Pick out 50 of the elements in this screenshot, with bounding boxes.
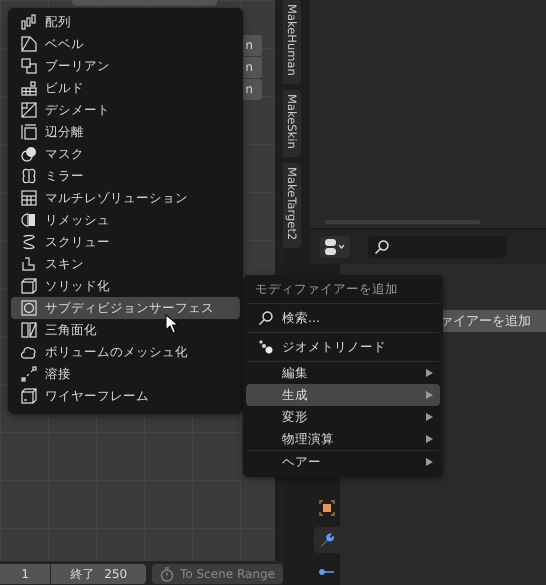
sidebar-tab[interactable]: MakeHuman — [283, 0, 301, 84]
submenu-arrow-icon — [426, 413, 433, 421]
sidebar-tab[interactable]: MakeSkin — [283, 90, 301, 157]
menu-item[interactable]: 検索... — [246, 304, 440, 332]
array-icon — [21, 14, 37, 30]
menu-item[interactable]: スクリュー — [11, 231, 240, 253]
menu-item[interactable]: ワイヤーフレーム — [11, 385, 240, 407]
search-field[interactable] — [368, 236, 506, 258]
submenu-arrow-icon — [426, 458, 433, 466]
menu-item[interactable]: スキン — [11, 253, 240, 275]
menu-title: モディファイアーを追加 — [254, 280, 399, 298]
menu-item[interactable]: ビルド — [11, 77, 240, 99]
submenu-arrow-icon — [426, 369, 433, 377]
value-field[interactable] — [72, 0, 217, 6]
end-frame-label: 終了 — [70, 566, 94, 583]
stopwatch-icon — [160, 566, 174, 582]
menu-item[interactable]: ミラー — [11, 165, 240, 187]
menu-item[interactable]: 配列 — [11, 11, 240, 33]
menu-item[interactable]: ジオメトリノード — [246, 333, 440, 361]
menu-item[interactable]: ボリュームのメッシュ化 — [11, 341, 240, 363]
mouse-cursor-icon — [165, 314, 179, 334]
menu-item[interactable]: マスク — [11, 143, 240, 165]
menu-item[interactable]: デシメート — [11, 99, 240, 121]
menu-item[interactable]: リメッシュ — [11, 209, 240, 231]
menu-item[interactable]: サブディビジョンサーフェス — [11, 297, 240, 319]
toggle-icon — [324, 238, 346, 256]
menu-item[interactable]: ブーリアン — [11, 55, 240, 77]
submenu-item[interactable]: ヘアー — [246, 451, 440, 473]
start-frame-field[interactable]: 1 — [0, 564, 50, 584]
menu-item[interactable]: 辺分離 — [11, 121, 240, 143]
menu-item[interactable]: 三角面化 — [11, 319, 240, 341]
submenu-item[interactable]: 編集 — [246, 362, 440, 384]
submenu-item[interactable]: 生成 — [246, 384, 440, 406]
object-icon — [318, 499, 336, 517]
menu-item[interactable]: ベベル — [11, 33, 240, 55]
submenu-item[interactable]: 物理演算 — [246, 428, 440, 450]
search-icon — [258, 310, 274, 326]
dots-icon — [258, 339, 274, 355]
display-toggle-dropdown[interactable] — [320, 236, 350, 258]
submenu-arrow-icon — [426, 435, 433, 443]
search-icon — [374, 239, 390, 255]
submenu-arrow-icon — [426, 391, 433, 399]
end-frame-value: 250 — [104, 566, 128, 583]
sidebar-tab[interactable]: MakeTarget2 — [283, 162, 301, 248]
menu-item[interactable]: ソリッド化 — [11, 275, 240, 297]
submenu-item[interactable]: 変形 — [246, 406, 440, 428]
end-frame-field[interactable]: 終了 250 — [51, 564, 146, 584]
menu-item[interactable]: 溶接 — [11, 363, 240, 385]
properties-tab[interactable] — [314, 527, 340, 553]
menu-item[interactable]: マルチレゾリューション — [11, 187, 240, 209]
